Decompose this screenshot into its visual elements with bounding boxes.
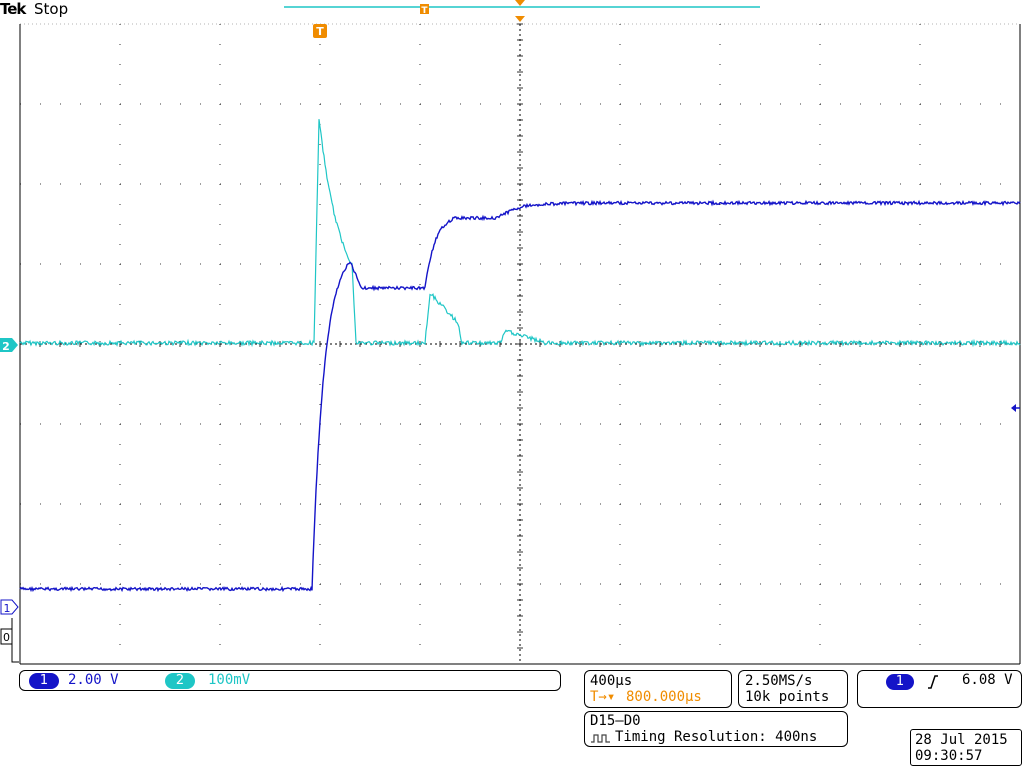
svg-text:T: T — [316, 25, 324, 38]
trigger-delay: 800.000µs — [626, 689, 702, 705]
svg-text:1: 1 — [4, 602, 11, 615]
graticule — [19, 23, 1021, 665]
ch1-ground-marker[interactable]: 1 — [0, 599, 19, 615]
time: 09:30:57 — [915, 748, 983, 764]
center-reference-arrow — [515, 0, 525, 6]
horizontal-position-marker[interactable]: T — [420, 4, 429, 16]
ch1-badge[interactable]: 1 — [29, 673, 59, 689]
digital-ground-marker[interactable]: 0 — [0, 618, 19, 663]
horizontal-readout[interactable]: 400µs T→▾ 800.000µs — [584, 670, 732, 708]
ch2-ground-marker[interactable]: 2 — [0, 338, 18, 353]
rising-edge-icon — [928, 675, 938, 689]
expansion-point-marker — [515, 16, 525, 22]
digital-readout[interactable]: D15–D0 Timing Resolution: 400ns — [584, 711, 848, 747]
ch2-badge[interactable]: 2 — [165, 673, 195, 689]
acquisition-readout[interactable]: 2.50MS/s 10k points — [738, 670, 848, 708]
trigger-level-marker[interactable] — [1011, 404, 1020, 412]
digital-channel-group: D15–D0 — [590, 713, 641, 729]
svg-text:0: 0 — [3, 631, 10, 644]
trigger-source-badge: 1 — [886, 674, 914, 690]
sample-rate: 2.50MS/s — [745, 673, 813, 689]
scope-display: T T 2 1 0 — [0, 0, 1021, 665]
date: 28 Jul 2015 — [915, 732, 1008, 748]
record-length: 10k points — [745, 689, 830, 705]
svg-text:T: T — [421, 6, 428, 16]
timing-resolution: Timing Resolution: 400ns — [615, 729, 818, 745]
ch1-scale[interactable]: 2.00 V — [68, 672, 119, 688]
channel-scale-bar: 1 2.00 V 2 100mV — [19, 670, 561, 691]
digital-waveform-icon — [591, 734, 610, 743]
time-per-division: 400µs — [590, 673, 633, 689]
trigger-position-marker[interactable]: T — [313, 24, 327, 38]
ch2-scale[interactable]: 100mV — [208, 672, 250, 688]
svg-text:2: 2 — [2, 340, 10, 353]
trigger-readout[interactable]: 1 6.08 V — [857, 670, 1022, 708]
trigger-level: 6.08 V — [962, 672, 1013, 688]
date-time-readout: 28 Jul 2015 09:30:57 — [910, 729, 1022, 766]
trigger-delay-icon: T→▾ — [590, 689, 616, 705]
